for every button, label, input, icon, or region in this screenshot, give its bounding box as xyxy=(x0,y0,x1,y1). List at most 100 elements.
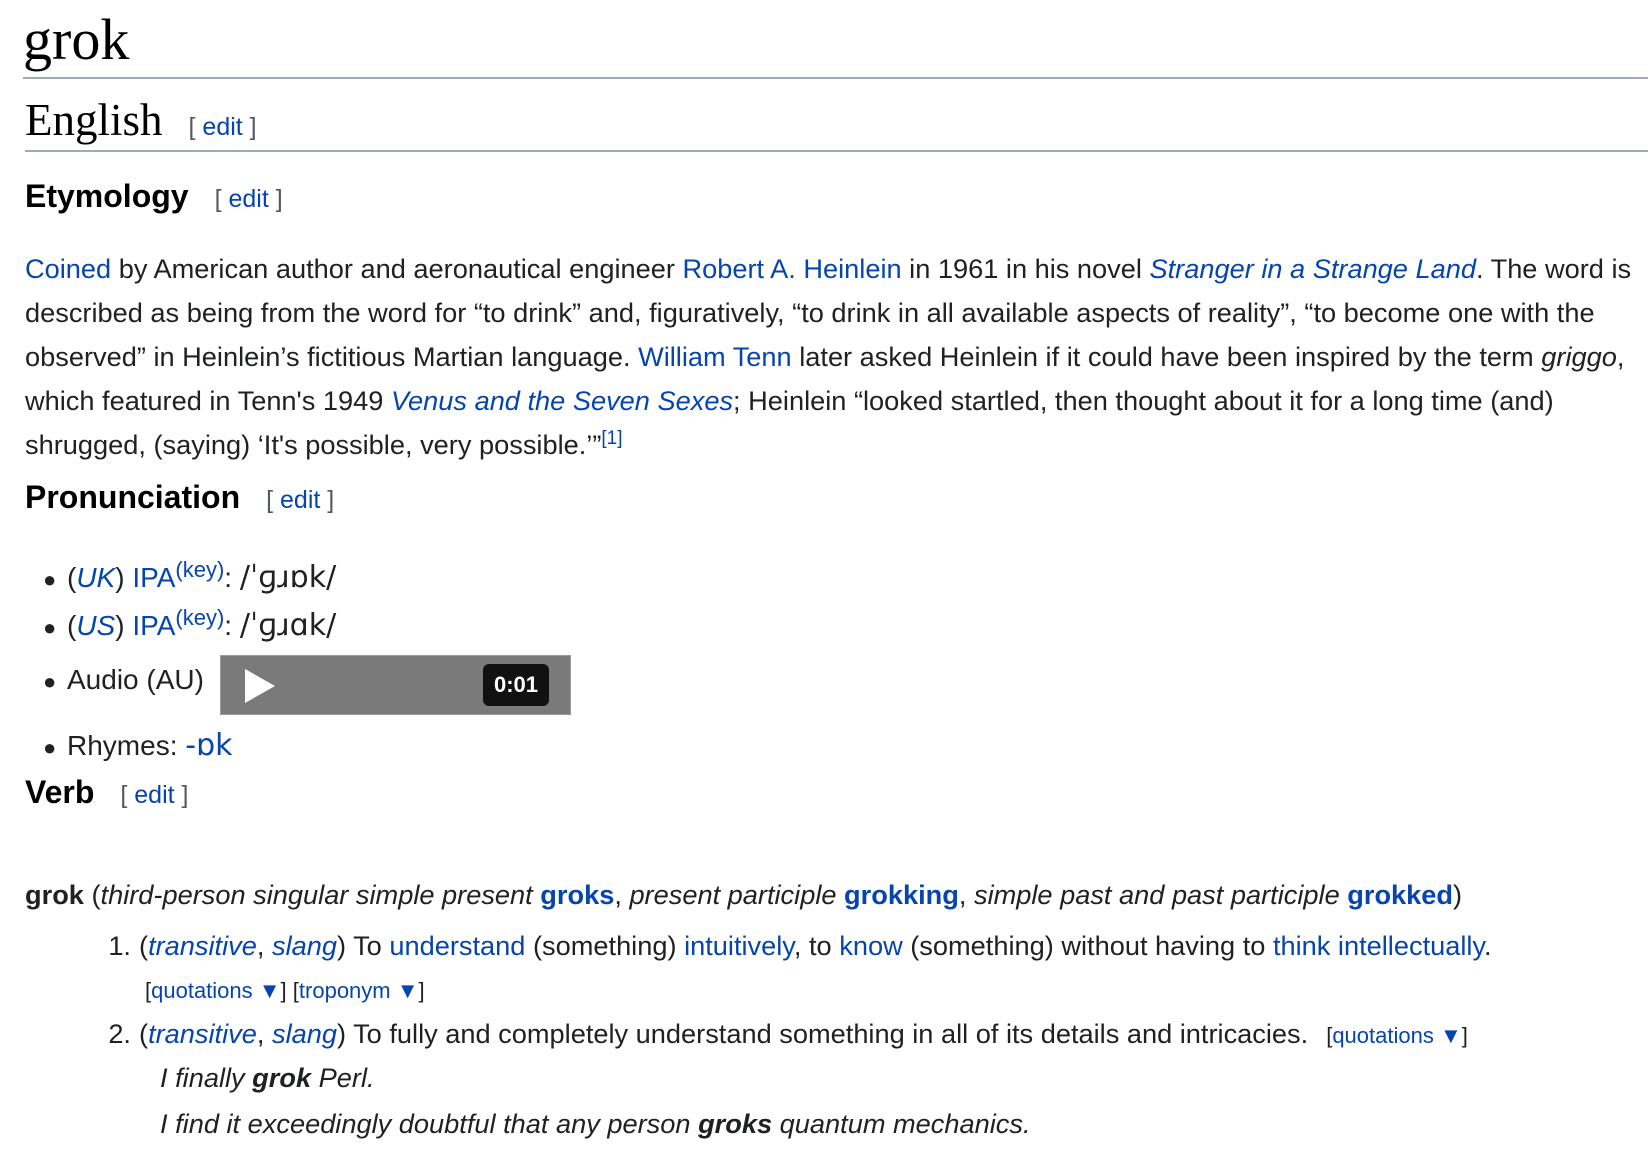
link-slang[interactable]: slang xyxy=(272,930,337,961)
headword: grok xyxy=(25,879,84,910)
link-region-us[interactable]: US xyxy=(76,610,115,641)
text: (something) without having to xyxy=(902,930,1273,961)
text: in 1961 in his novel xyxy=(901,253,1150,284)
link-region-uk[interactable]: UK xyxy=(76,562,115,593)
text: I finally xyxy=(160,1062,253,1093)
edit-section-etymology: [ edit ] xyxy=(215,185,283,213)
link-groks[interactable]: groks xyxy=(540,879,614,910)
link-stranger-in-a-strange-land[interactable]: Stranger in a Strange Land xyxy=(1149,253,1475,284)
text: . xyxy=(1484,930,1492,961)
text: , xyxy=(614,879,630,910)
sense-number: 2. xyxy=(108,1018,131,1049)
ipa-transcription: /ˈɡɹɑk/ xyxy=(239,608,337,643)
bullet: ● xyxy=(43,614,57,640)
link-think-intellectually[interactable]: think intellectually xyxy=(1273,930,1484,961)
link-slang[interactable]: slang xyxy=(272,1018,337,1049)
link-venus-and-the-seven-sexes[interactable]: Venus and the Seven Sexes xyxy=(391,385,733,416)
edit-link-etymology[interactable]: edit xyxy=(228,185,268,213)
link-transitive[interactable]: transitive xyxy=(148,1018,257,1049)
link-ipa-key[interactable]: (key) xyxy=(175,557,224,582)
headword-line: grok (third-person singular simple prese… xyxy=(25,877,1462,913)
audio-label: Audio (AU) xyxy=(67,664,204,695)
paren: ) xyxy=(115,562,133,593)
edit-bracket-open: [ xyxy=(214,185,229,213)
text: I find it exceedingly doubtful that any … xyxy=(160,1108,699,1139)
link-coined[interactable]: Coined xyxy=(25,253,111,284)
language-section-header: English [ edit ] xyxy=(25,92,1648,152)
bracket: ] xyxy=(418,978,425,1003)
edit-bracket-open: [ xyxy=(188,113,203,141)
audio-time: 0:01 xyxy=(483,664,549,706)
link-robert-heinlein[interactable]: Robert A. Heinlein xyxy=(682,253,901,284)
link-ipa[interactable]: IPA xyxy=(132,562,175,593)
link-ipa-key[interactable]: (key) xyxy=(175,605,224,630)
edit-section-language: [ edit ] xyxy=(189,113,257,141)
inflection-label: simple past and past participle xyxy=(973,879,1340,910)
paren: ( xyxy=(139,930,149,961)
list-item-audio: ● Audio (AU) xyxy=(25,664,204,696)
language-heading: English xyxy=(25,95,163,145)
edit-link-language[interactable]: edit xyxy=(202,113,242,141)
text: ( xyxy=(83,879,101,910)
definition-text: To fully and completely understand somet… xyxy=(353,1018,1309,1049)
comma: , xyxy=(256,930,272,961)
edit-section-pronunciation: [ edit ] xyxy=(266,486,334,514)
text: , xyxy=(958,879,974,910)
comma: , xyxy=(256,1018,272,1049)
text: ) xyxy=(1453,879,1463,910)
bracket: [ xyxy=(286,978,299,1003)
audio-player[interactable]: 0:01 xyxy=(220,655,571,715)
edit-link-verb[interactable]: edit xyxy=(134,781,174,809)
text: later asked Heinlein if it could have be… xyxy=(791,341,1542,372)
edit-link-pronunciation[interactable]: edit xyxy=(280,486,320,514)
link-transitive[interactable]: transitive xyxy=(148,930,257,961)
link-grokked[interactable]: grokked xyxy=(1347,879,1453,910)
edit-bracket-close: ] xyxy=(174,781,189,809)
paren: ( xyxy=(67,562,77,593)
edit-bracket-open: [ xyxy=(120,781,135,809)
pronunciation-heading: Pronunciation xyxy=(25,479,241,515)
page-title: grok xyxy=(23,6,1648,79)
play-icon[interactable] xyxy=(245,669,275,703)
reference-link-1[interactable]: [1] xyxy=(601,428,622,449)
bracket: ] xyxy=(1461,1023,1468,1048)
sense-number: 1. xyxy=(108,930,131,961)
example-headword: groks xyxy=(698,1108,773,1139)
paren: ) xyxy=(115,610,133,641)
bullet: ● xyxy=(43,668,57,694)
list-item: ● (UK) IPA(key): /ˈɡɹɒk/ xyxy=(25,557,337,595)
link-rhymes[interactable]: -ɒk xyxy=(185,728,232,763)
etymology-paragraph: Coined by American author and aeronautic… xyxy=(25,247,1650,467)
sense-1: 1. (transitive, slang) To understand (som… xyxy=(25,930,1492,962)
inflection-label: present participle xyxy=(629,879,837,910)
paren: ( xyxy=(67,610,77,641)
quotations-toggle[interactable]: quotations ▼ xyxy=(1332,1023,1461,1048)
bullet: ● xyxy=(43,566,57,592)
paren: ) xyxy=(336,930,354,961)
term-griggo: griggo xyxy=(1541,341,1617,372)
ipa-transcription: /ˈɡɹɒk/ xyxy=(239,560,337,595)
text: To xyxy=(353,930,390,961)
text: by American author and aeronautical engi… xyxy=(111,253,683,284)
pronunciation-heading-row: Pronunciation [ edit ] xyxy=(25,477,334,520)
sense-2: 2. (transitive, slang) To fully and compl… xyxy=(25,1018,1468,1050)
text: quantum mechanics. xyxy=(772,1108,1031,1139)
link-ipa[interactable]: IPA xyxy=(132,610,175,641)
link-grokking[interactable]: grokking xyxy=(844,879,959,910)
troponym-toggle[interactable]: troponym ▼ xyxy=(299,978,419,1003)
quotations-toggle[interactable]: quotations ▼ xyxy=(151,978,280,1003)
link-intuitively[interactable]: intuitively xyxy=(684,930,794,961)
link-understand[interactable]: understand xyxy=(389,930,525,961)
etymology-heading-row: Etymology [ edit ] xyxy=(25,176,283,219)
verb-heading-row: Verb [ edit ] xyxy=(25,772,189,815)
edit-bracket-open: [ xyxy=(266,486,281,514)
link-william-tenn[interactable]: William Tenn xyxy=(638,341,792,372)
list-item: ● (US) IPA(key): /ˈɡɹɑk/ xyxy=(25,605,337,643)
edit-bracket-close: ] xyxy=(320,486,335,514)
rhymes-label: Rhymes: xyxy=(67,730,186,761)
usage-example: I find it exceedingly doubtful that any … xyxy=(160,1108,1031,1140)
text: (something) xyxy=(525,930,685,961)
colon: : xyxy=(224,610,240,641)
link-know[interactable]: know xyxy=(839,930,902,961)
